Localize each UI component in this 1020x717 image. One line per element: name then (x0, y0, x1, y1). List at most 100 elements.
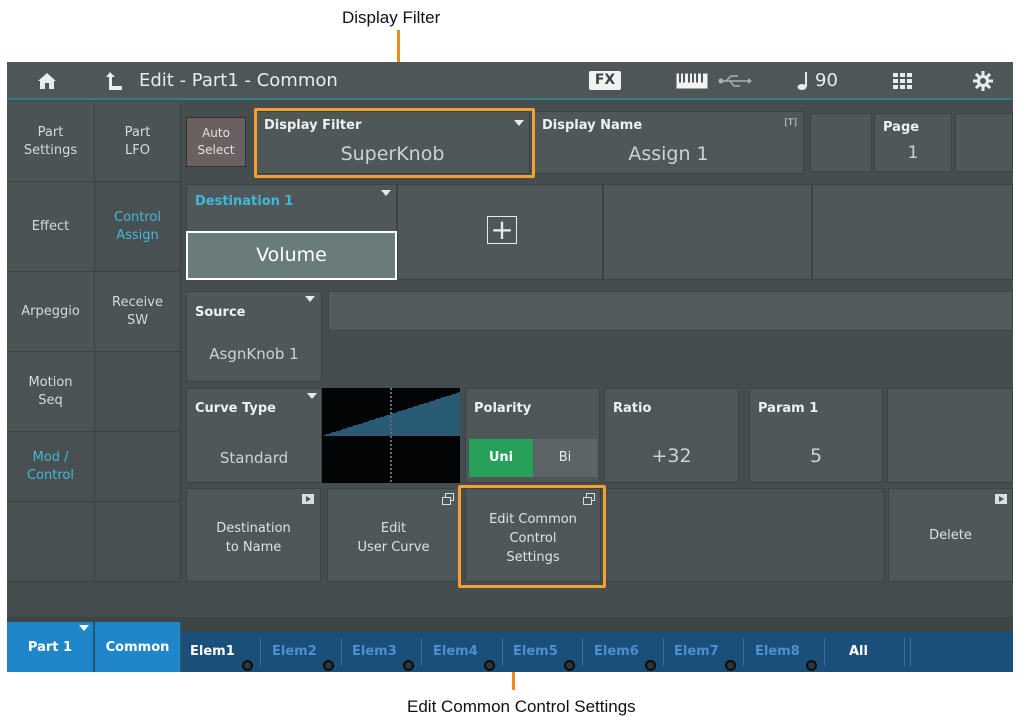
param-1-label: Param 1 (758, 401, 819, 416)
add-icon[interactable]: + (487, 213, 517, 246)
element-switch-knob[interactable] (564, 660, 575, 671)
element-switch-knob[interactable] (806, 660, 817, 671)
polarity-label: Polarity (474, 401, 532, 416)
tab-part-1[interactable]: Part 1 (7, 622, 94, 672)
curve-type-label: Curve Type (195, 401, 276, 416)
tempo-note-icon (797, 72, 807, 90)
polarity-field: Polarity Uni Bi (465, 388, 600, 483)
ratio-value: +32 (651, 445, 692, 467)
page-field[interactable]: Page 1 (874, 113, 952, 172)
ratio-label: Ratio (613, 401, 652, 416)
element-tab-6[interactable]: Elem6 (594, 632, 639, 672)
divider (910, 638, 911, 666)
destination-1-value[interactable]: Volume (186, 231, 397, 280)
divider (582, 638, 583, 666)
nav-receive-sw[interactable]: Receive SW (95, 272, 181, 352)
divider (421, 638, 422, 666)
nav-part-lfo[interactable]: Part LFO (95, 102, 181, 182)
element-tab-2[interactable]: Elem2 (272, 632, 317, 672)
highlight-edit-common-control (458, 485, 606, 588)
edit-user-curve-button[interactable]: Edit User Curve (327, 488, 460, 582)
element-switch-knob[interactable] (645, 660, 656, 671)
tab-part-1-label: Part 1 (27, 639, 73, 655)
divider (743, 638, 744, 666)
dropdown-arrow-icon (79, 625, 89, 631)
polarity-bi-button[interactable]: Bi (533, 439, 597, 477)
grid-icon[interactable] (893, 73, 913, 89)
divider (502, 638, 503, 666)
source-value: AsgnKnob 1 (209, 345, 299, 363)
element-switch-knob[interactable] (484, 660, 495, 671)
param-1-field[interactable]: Param 1 5 (749, 388, 883, 483)
curve-graph (322, 388, 460, 483)
divider (260, 638, 261, 666)
tab-common[interactable]: Common (95, 622, 181, 672)
callout-display-filter: Display Filter (342, 8, 441, 27)
header-bar: Edit - Part1 - Common FX 90 (7, 62, 1013, 100)
curve-type-selector[interactable]: Curve Type Standard (186, 388, 322, 483)
auto-select-button[interactable]: Auto Select (186, 117, 246, 167)
element-tab-all[interactable]: All (849, 632, 868, 672)
nav-empty-right-1 (95, 352, 181, 432)
keyboard-icon (676, 73, 708, 89)
highlight-display-filter (254, 108, 535, 178)
element-switch-knob[interactable] (403, 660, 414, 671)
page-label: Page (883, 120, 920, 135)
nav-empty-right-3 (95, 502, 181, 582)
display-name-label: Display Name (542, 118, 643, 133)
element-tab-7[interactable]: Elem7 (674, 632, 719, 672)
back-arrow-icon[interactable] (105, 71, 123, 91)
element-tab-4[interactable]: Elem4 (433, 632, 478, 672)
polarity-uni-button[interactable]: Uni (469, 439, 533, 477)
nav-control-assign[interactable]: Control Assign (95, 182, 181, 272)
element-tab-3[interactable]: Elem3 (352, 632, 397, 672)
usb-icon (718, 75, 752, 87)
divider (904, 638, 905, 666)
display-name-value: Assign 1 (628, 143, 709, 165)
fx-badge[interactable]: FX (589, 71, 621, 90)
divider (824, 638, 825, 666)
element-tab-1[interactable]: Elem1 (190, 632, 235, 672)
nav-motion-seq[interactable]: Motion Seq (7, 352, 95, 432)
element-switch-knob[interactable] (323, 660, 334, 671)
destination-to-name-button[interactable]: Destination to Name (186, 488, 321, 582)
ratio-field[interactable]: Ratio +32 (604, 388, 739, 483)
play-arrow-icon (995, 494, 1007, 504)
destination-1-label: Destination 1 (195, 194, 294, 209)
curve-type-value: Standard (219, 449, 289, 467)
gear-icon[interactable] (973, 71, 993, 91)
callout-edit-common-control: Edit Common Control Settings (407, 697, 636, 716)
source-selector[interactable]: Source AsgnKnob 1 (186, 291, 322, 382)
element-switch-knob[interactable] (725, 660, 736, 671)
nav-part-settings[interactable]: Part Settings (7, 102, 95, 182)
synth-screen: Edit - Part1 - Common FX 90 Part Setting… (7, 62, 1013, 672)
nav-effect[interactable]: Effect (7, 182, 95, 272)
destination-slot-3 (603, 184, 812, 280)
element-tab-8[interactable]: Elem8 (755, 632, 800, 672)
add-destination-slot[interactable]: + (397, 184, 603, 280)
blank-top-right-box (955, 113, 1013, 172)
dropdown-arrow-icon (305, 296, 315, 302)
param-1-value: 5 (809, 445, 823, 467)
destination-slot-4 (812, 184, 1013, 280)
dropdown-arrow-icon (381, 190, 391, 196)
divider (341, 638, 342, 666)
page-title: Edit - Part1 - Common (139, 70, 338, 91)
element-switch-knob[interactable] (242, 660, 253, 671)
tempo-value[interactable]: 90 (815, 62, 838, 100)
dropdown-arrow-icon (307, 393, 317, 399)
element-tab-5[interactable]: Elem5 (513, 632, 558, 672)
popup-window-icon (442, 493, 454, 505)
home-icon[interactable] (37, 72, 57, 90)
element-selector-bar: Elem1 Elem2 Elem3 Elem4 Elem5 Elem6 Elem… (182, 632, 1013, 672)
blank-action-slot (605, 488, 885, 582)
play-arrow-icon (302, 494, 314, 504)
nav-empty-right-2 (95, 432, 181, 502)
page-value: 1 (907, 143, 919, 163)
display-name-field[interactable]: Display Name [T] Assign 1 (533, 111, 804, 174)
nav-mod-control[interactable]: Mod / Control (7, 432, 95, 502)
text-edit-icon: [T] (784, 118, 797, 128)
nav-arpeggio[interactable]: Arpeggio (7, 272, 95, 352)
source-description-bar (328, 291, 1013, 331)
blank-param-slot (887, 388, 1013, 483)
